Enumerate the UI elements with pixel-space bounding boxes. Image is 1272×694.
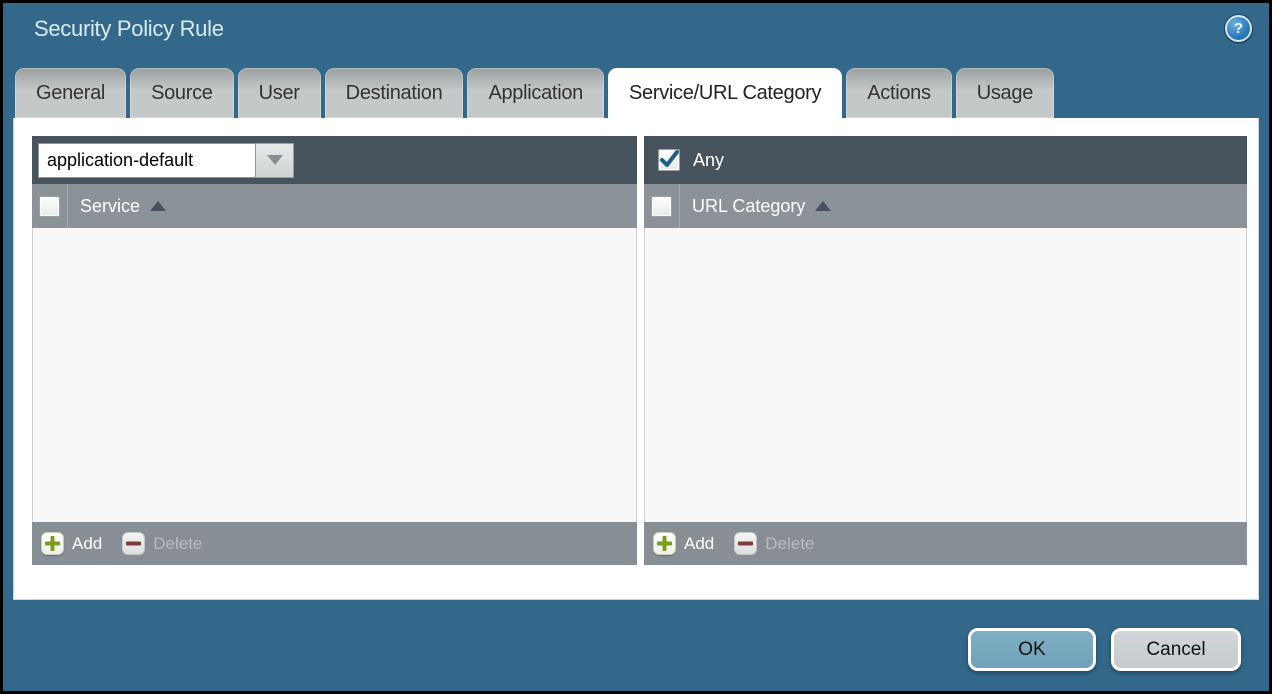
- url-category-select-all-checkbox[interactable]: [651, 196, 672, 217]
- service-column-label: Service: [80, 196, 140, 217]
- service-mode-input[interactable]: [38, 143, 256, 178]
- url-category-select-all-cell: [644, 184, 680, 228]
- any-checkbox-row[interactable]: Any: [650, 149, 724, 171]
- service-select-all-cell: [32, 184, 68, 228]
- service-add-button[interactable]: Add: [41, 532, 102, 555]
- url-category-table-body[interactable]: [644, 228, 1247, 522]
- sort-ascending-icon: [815, 201, 831, 211]
- delete-label: Delete: [153, 534, 202, 554]
- plus-icon: [41, 532, 64, 555]
- url-category-toolbar: Any: [644, 136, 1247, 184]
- service-toolbar: [32, 136, 637, 184]
- any-label: Any: [693, 150, 724, 171]
- plus-icon: [653, 532, 676, 555]
- service-footer: Add Delete: [32, 522, 637, 565]
- ok-button[interactable]: OK: [968, 628, 1096, 671]
- help-icon[interactable]: ?: [1225, 15, 1252, 42]
- tab-user[interactable]: User: [238, 68, 321, 118]
- service-table-body[interactable]: [32, 228, 637, 522]
- security-policy-rule-dialog: Security Policy Rule ? General Source Us…: [0, 0, 1272, 694]
- url-category-column-header[interactable]: URL Category: [680, 196, 831, 217]
- service-mode-combobox: [38, 143, 294, 178]
- chevron-down-icon: [267, 155, 283, 165]
- service-delete-button[interactable]: Delete: [122, 532, 202, 555]
- cancel-button[interactable]: Cancel: [1111, 628, 1241, 671]
- minus-icon: [122, 532, 145, 555]
- sort-ascending-icon: [150, 201, 166, 211]
- any-checkbox[interactable]: [658, 149, 680, 171]
- tab-content: Service Add Delete: [13, 118, 1259, 600]
- tab-source[interactable]: Source: [130, 68, 234, 118]
- tab-service-url-category[interactable]: Service/URL Category: [608, 68, 842, 118]
- url-category-footer: Add Delete: [644, 522, 1247, 565]
- service-mode-dropdown-button[interactable]: [256, 143, 294, 178]
- url-category-table-header: URL Category: [644, 184, 1247, 228]
- minus-icon: [734, 532, 757, 555]
- url-category-column-label: URL Category: [692, 196, 805, 217]
- tab-usage[interactable]: Usage: [956, 68, 1054, 118]
- service-select-all-checkbox[interactable]: [39, 196, 60, 217]
- checkmark-icon: [659, 150, 679, 170]
- service-table-header: Service: [32, 184, 637, 228]
- delete-label: Delete: [765, 534, 814, 554]
- url-category-panel: Any URL Category Add: [644, 136, 1247, 565]
- url-category-delete-button[interactable]: Delete: [734, 532, 814, 555]
- url-category-add-button[interactable]: Add: [653, 532, 714, 555]
- tab-application[interactable]: Application: [467, 68, 604, 118]
- dialog-title: Security Policy Rule: [34, 16, 224, 42]
- add-label: Add: [684, 534, 714, 554]
- tab-general[interactable]: General: [15, 68, 126, 118]
- service-column-header[interactable]: Service: [68, 196, 166, 217]
- tab-actions[interactable]: Actions: [846, 68, 952, 118]
- service-panel: Service Add Delete: [32, 136, 637, 565]
- tab-destination[interactable]: Destination: [325, 68, 464, 118]
- add-label: Add: [72, 534, 102, 554]
- tab-bar: General Source User Destination Applicat…: [15, 68, 1054, 118]
